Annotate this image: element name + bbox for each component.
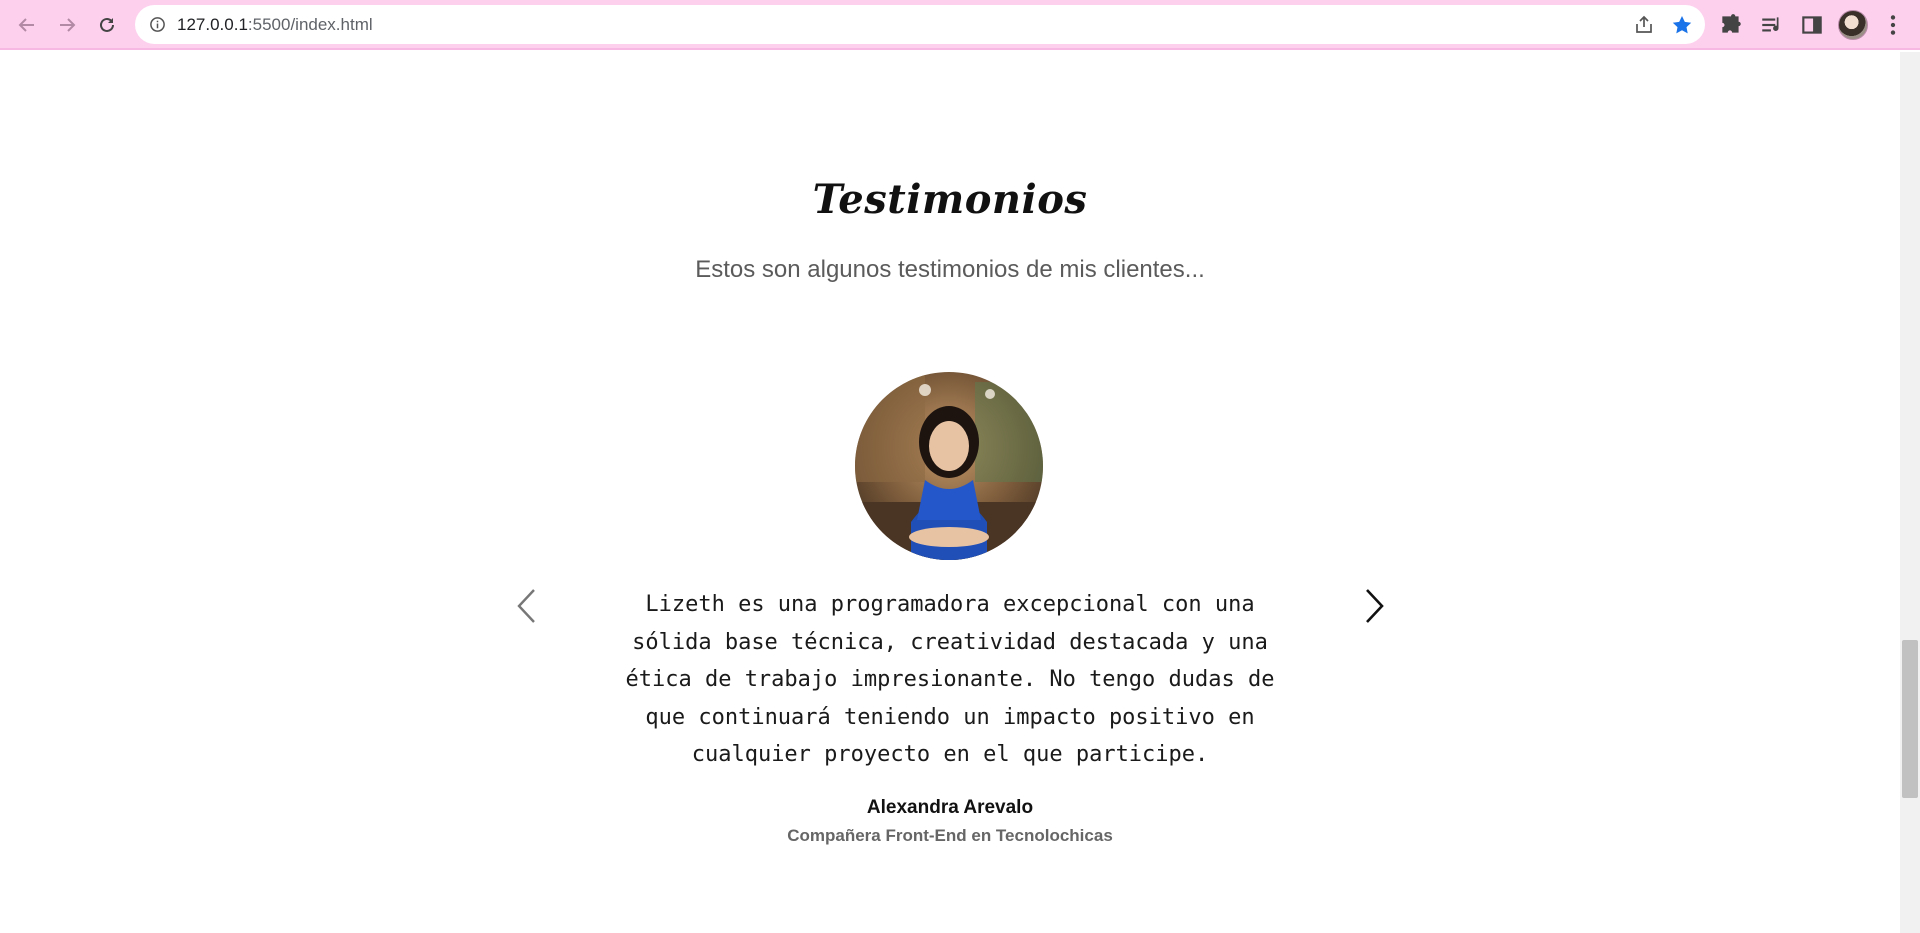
media-queue-icon[interactable] xyxy=(1759,12,1785,38)
portrait-image xyxy=(855,372,1043,560)
address-bar[interactable]: 127.0.0.1:5500/index.html xyxy=(135,5,1705,44)
scrollbar-track[interactable] xyxy=(1900,52,1920,933)
arrow-right-icon xyxy=(60,18,76,32)
side-panel-icon[interactable] xyxy=(1799,12,1825,38)
info-icon[interactable] xyxy=(149,16,166,33)
url-text[interactable]: 127.0.0.1:5500/index.html xyxy=(177,15,373,35)
kebab-menu-icon[interactable] xyxy=(1880,12,1906,38)
section-title: Testimonios xyxy=(812,176,1088,223)
chevron-right-icon xyxy=(1366,589,1384,623)
testimonial-photo xyxy=(855,372,1043,560)
chevron-left-icon xyxy=(517,589,535,623)
avatar[interactable] xyxy=(1838,10,1868,40)
browser-toolbar: 127.0.0.1:5500/index.html xyxy=(0,0,1920,50)
carousel-prev-button[interactable] xyxy=(511,585,541,627)
puzzle-icon[interactable] xyxy=(1718,12,1744,38)
share-icon[interactable] xyxy=(1632,13,1656,37)
section-subtitle: Estos son algunos testimonios de mis cli… xyxy=(695,256,1205,283)
reload-icon xyxy=(100,17,114,32)
back-button[interactable] xyxy=(10,8,44,42)
arrow-left-icon xyxy=(18,18,34,32)
star-icon[interactable] xyxy=(1670,13,1694,37)
carousel-next-button[interactable] xyxy=(1360,585,1390,627)
forward-button[interactable] xyxy=(50,8,84,42)
testimonial-role: Compañera Front-End en Tecnolochicas xyxy=(787,826,1113,845)
scrollbar-thumb[interactable] xyxy=(1902,640,1918,798)
reload-button[interactable] xyxy=(90,8,124,42)
testimonial-author: Alexandra Arevalo xyxy=(866,797,1034,818)
testimonial-quote: Lizeth es una programadora excepcional c… xyxy=(625,592,1275,767)
